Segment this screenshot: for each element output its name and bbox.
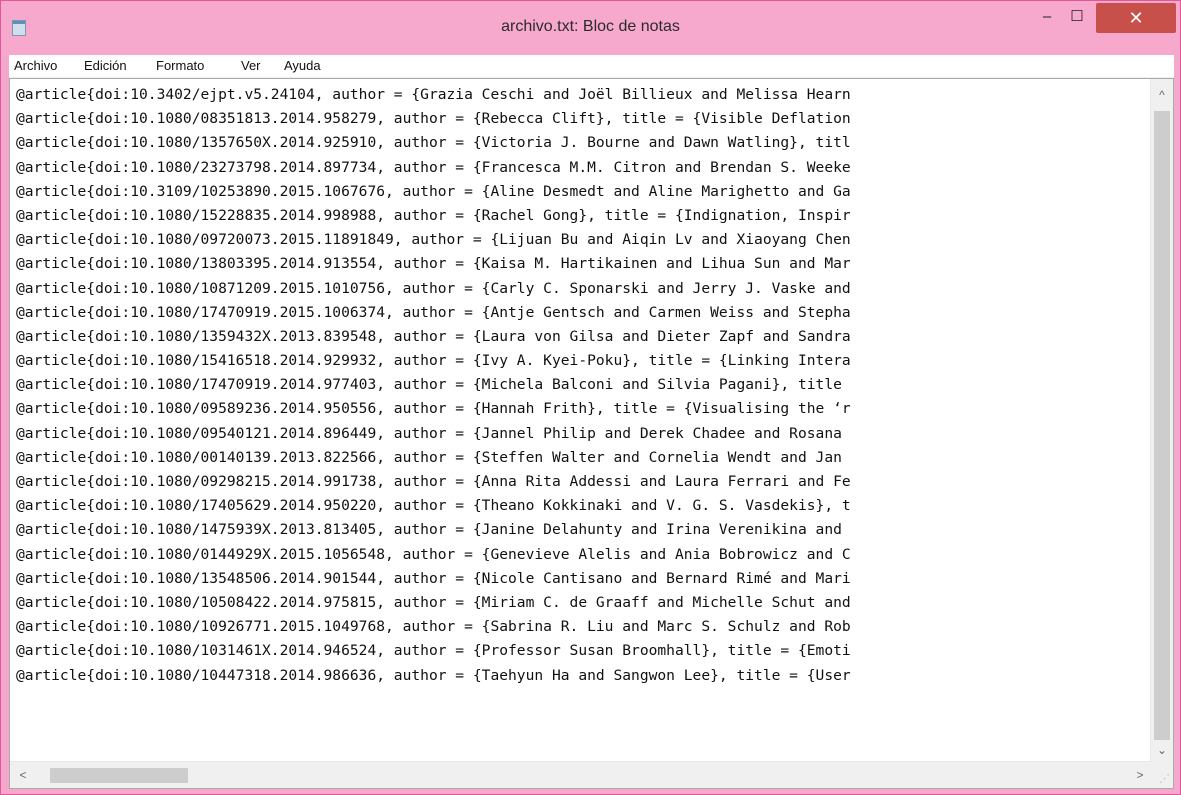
menu-ver[interactable]: Ver [241, 58, 261, 73]
text-line: @article{doi:10.1080/09298215.2014.99173… [16, 473, 851, 490]
text-line: @article{doi:10.1080/08351813.2014.95827… [16, 110, 851, 128]
text-line: @article{doi:10.1080/23273798.2014.89773… [16, 158, 851, 176]
text-line: @article{doi:10.1080/0144929X.2015.10565… [16, 545, 851, 563]
horizontal-scrollbar[interactable]: < > [10, 761, 1153, 788]
text-line: @article{doi:10.1080/1031461X.2014.94652… [16, 642, 851, 660]
text-line: @article{doi:10.1080/10926771.2015.10497… [16, 618, 851, 636]
text-editor[interactable]: @article{doi:10.3402/ejpt.v5.24104, auth… [9, 78, 1174, 789]
text-line: @article{doi:10.1080/1359432X.2013.83954… [16, 327, 851, 345]
text-line: @article{doi:10.1080/1475939X.2013.81340… [16, 521, 842, 539]
text-line: @article{doi:10.1080/15416518.2014.92993… [16, 352, 851, 370]
scroll-left-arrow[interactable]: < [12, 767, 34, 783]
text-line: @article{doi:10.1080/09540121.2014.89644… [16, 424, 842, 442]
text-line: @article{doi:10.1080/17470919.2015.10063… [16, 303, 851, 321]
text-line: @article{doi:10.3402/ejpt.v5.24104, auth… [16, 86, 851, 103]
scroll-up-arrow[interactable]: ^ [1151, 87, 1173, 103]
vertical-scroll-thumb[interactable] [1154, 111, 1170, 740]
text-line: @article{doi:10.3109/10253890.2015.10676… [16, 182, 851, 200]
text-line: @article{doi:10.1080/10871209.2015.10107… [16, 279, 851, 297]
vertical-scrollbar[interactable]: ^ ⌄ [1150, 79, 1173, 762]
text-line: @article{doi:10.1080/10508422.2014.97581… [16, 593, 851, 611]
menu-formato[interactable]: Formato [156, 58, 204, 73]
menu-archivo[interactable]: Archivo [14, 58, 57, 73]
menu-bar: Archivo Edición Formato Ver Ayuda [9, 55, 1174, 78]
text-line: @article{doi:10.1080/13803395.2014.91355… [16, 255, 851, 273]
scroll-right-arrow[interactable]: > [1129, 767, 1151, 783]
text-line: @article{doi:10.1080/17470919.2014.97740… [16, 376, 842, 394]
horizontal-scroll-thumb[interactable] [50, 768, 188, 783]
menu-edicion[interactable]: Edición [84, 58, 127, 73]
maximize-button[interactable]: ☐ [1064, 6, 1090, 28]
minimize-button[interactable]: – [1034, 6, 1060, 28]
resize-corner[interactable]: ⋰ [1151, 762, 1173, 788]
text-line: @article{doi:10.1080/1357650X.2014.92591… [16, 134, 851, 152]
notepad-window: archivo.txt: Bloc de notas – ☐ ✕ Archivo… [0, 0, 1181, 795]
text-line: @article{doi:10.1080/15228835.2014.99898… [16, 206, 851, 224]
scroll-down-arrow[interactable]: ⌄ [1151, 742, 1173, 758]
text-line: @article{doi:10.1080/09720073.2015.11891… [16, 231, 851, 249]
title-bar[interactable]: archivo.txt: Bloc de notas – ☐ ✕ [1, 1, 1180, 55]
text-line: @article{doi:10.1080/17405629.2014.95022… [16, 497, 851, 515]
window-title: archivo.txt: Bloc de notas [501, 18, 680, 35]
menu-ayuda[interactable]: Ayuda [284, 58, 321, 73]
text-content[interactable]: @article{doi:10.3402/ejpt.v5.24104, auth… [16, 83, 1149, 758]
resize-grip-icon: ⋰ [1159, 773, 1170, 785]
text-line: @article{doi:10.1080/00140139.2013.82256… [16, 448, 842, 466]
text-line: @article{doi:10.1080/10447318.2014.98663… [16, 666, 851, 684]
text-line: @article{doi:10.1080/13548506.2014.90154… [16, 569, 851, 587]
text-line: @article{doi:10.1080/09589236.2014.95055… [16, 400, 851, 418]
close-button[interactable]: ✕ [1096, 3, 1176, 33]
